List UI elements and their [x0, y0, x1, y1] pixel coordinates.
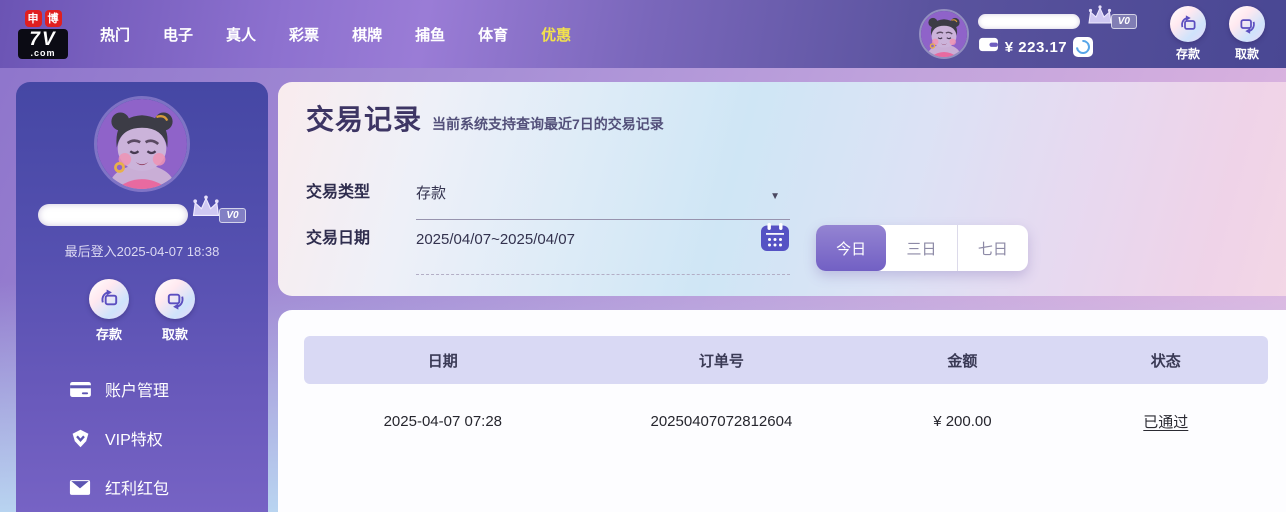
- sidebar-item-label: 账户管理: [105, 377, 169, 401]
- avatar-illustration: [921, 11, 967, 57]
- withdraw-icon: [155, 279, 195, 319]
- cell-order: 20250407072812604: [582, 384, 862, 458]
- deposit-icon: [89, 279, 129, 319]
- sidebar-menu: 账户管理 VIP特权 红利红包: [16, 378, 268, 498]
- header-status: 状态: [1064, 336, 1268, 384]
- cell-date: 2025-04-07 07:28: [304, 384, 582, 458]
- deposit-label: 存款: [96, 324, 122, 343]
- range-7days-button[interactable]: 七日: [957, 225, 1028, 271]
- sidebar: V0 最后登入2025-04-07 18:38 存款: [16, 82, 268, 512]
- balance-amount: ¥ 223.17: [1005, 39, 1067, 56]
- nav-item-lottery[interactable]: 彩票: [289, 24, 319, 45]
- deposit-button[interactable]: 存款: [1165, 6, 1211, 62]
- logo-name: 7V: [18, 30, 68, 49]
- table-header-row: 日期 订单号 金额 状态: [304, 336, 1268, 384]
- sidebar-avatar: [94, 96, 190, 192]
- site-logo[interactable]: 申 博 7V .com: [12, 10, 74, 59]
- transaction-type-label: 交易类型: [306, 182, 416, 204]
- nav-item-fishing[interactable]: 捕鱼: [415, 24, 445, 45]
- header-date: 日期: [304, 336, 582, 384]
- deposit-label: 存款: [1176, 45, 1200, 62]
- user-info: V0 ¥ 223.17: [978, 10, 1137, 58]
- sidebar-item-bonus[interactable]: 红利红包: [68, 476, 268, 498]
- range-today-button[interactable]: 今日: [816, 225, 886, 271]
- deposit-icon: [1170, 6, 1206, 42]
- transaction-table: 日期 订单号 金额 状态 2025-04-07 07:28 2025040707…: [304, 336, 1268, 458]
- nav-item-chess[interactable]: 棋牌: [352, 24, 382, 45]
- date-range-value: 2025/04/07~2025/04/07: [416, 231, 575, 248]
- navbar-quick-actions: 存款 取款: [1165, 6, 1270, 62]
- user-block: V0 ¥ 223.17: [919, 9, 1137, 59]
- date-range-preset-group: 今日 三日 七日: [816, 225, 1028, 271]
- nav-item-hot[interactable]: 热门: [100, 24, 130, 45]
- red-envelope-icon: [68, 479, 92, 496]
- nav-item-sports[interactable]: 体育: [478, 24, 508, 45]
- wallet-icon: [978, 36, 999, 58]
- header-amount: 金额: [861, 336, 1063, 384]
- calendar-icon[interactable]: [760, 222, 790, 252]
- sidebar-item-label: VIP特权: [105, 426, 163, 450]
- withdraw-button[interactable]: 取款: [1224, 6, 1270, 62]
- avatar-illustration: [97, 99, 187, 189]
- logo-box: 7V .com: [18, 29, 68, 59]
- nav-item-slots[interactable]: 电子: [163, 24, 193, 45]
- nav-item-live[interactable]: 真人: [226, 24, 256, 45]
- date-range-input[interactable]: 2025/04/07~2025/04/07: [416, 228, 790, 275]
- withdraw-label: 取款: [162, 324, 188, 343]
- bank-card-icon: [68, 381, 92, 398]
- withdraw-button[interactable]: 取款: [155, 279, 195, 343]
- logo-suffix: .com: [18, 49, 68, 57]
- status-link[interactable]: 已通过: [1143, 414, 1188, 431]
- transaction-filter-card: 交易记录 当前系统支持查询最近7日的交易记录 交易类型 存款 ▼ 交易日期 20…: [278, 82, 1286, 296]
- last-login-text: 最后登入2025-04-07 18:38: [65, 241, 220, 260]
- avatar[interactable]: [919, 9, 969, 59]
- sidebar-username-row: V0: [38, 204, 245, 226]
- logo-badge-right: 博: [45, 10, 62, 27]
- transaction-type-value: 存款: [416, 185, 446, 202]
- page-body: V0 最后登入2025-04-07 18:38 存款: [0, 68, 1286, 512]
- transaction-date-label: 交易日期: [306, 228, 416, 250]
- main-content: 交易记录 当前系统支持查询最近7日的交易记录 交易类型 存款 ▼ 交易日期 20…: [278, 82, 1286, 512]
- main-nav: 热门 电子 真人 彩票 棋牌 捕鱼 体育 优惠: [100, 24, 571, 45]
- withdraw-label: 取款: [1235, 45, 1259, 62]
- navbar-right: V0 ¥ 223.17: [919, 6, 1286, 62]
- header-order: 订单号: [582, 336, 862, 384]
- deposit-button[interactable]: 存款: [89, 279, 129, 343]
- logo-badges: 申 博: [12, 10, 74, 27]
- page-subtitle: 当前系统支持查询最近7日的交易记录: [432, 114, 664, 134]
- crown-icon: [190, 195, 222, 225]
- page-title: 交易记录: [306, 98, 422, 138]
- top-navbar: 申 博 7V .com 热门 电子 真人 彩票 棋牌 捕鱼 体育 优惠: [0, 0, 1286, 68]
- withdraw-icon: [1229, 6, 1265, 42]
- table-row: 2025-04-07 07:28 20250407072812604 ¥ 200…: [304, 384, 1268, 458]
- refresh-balance-icon[interactable]: [1073, 37, 1093, 57]
- username-redacted: [38, 204, 188, 226]
- range-3days-button[interactable]: 三日: [886, 225, 956, 271]
- vip-level-badge: V0: [1111, 14, 1137, 29]
- transaction-table-card: 日期 订单号 金额 状态 2025-04-07 07:28 2025040707…: [278, 310, 1286, 512]
- sidebar-item-vip[interactable]: VIP特权: [68, 427, 268, 449]
- vip-badge-icon: [68, 428, 92, 449]
- sidebar-item-label: 红利红包: [105, 475, 169, 499]
- nav-item-promo[interactable]: 优惠: [541, 24, 571, 45]
- logo-badge-left: 申: [25, 10, 42, 27]
- crown-icon: [1086, 5, 1114, 32]
- cell-amount: ¥ 200.00: [861, 384, 1063, 458]
- transaction-type-select[interactable]: 存款 ▼: [416, 182, 790, 220]
- vip-level-badge: V0: [219, 208, 245, 223]
- chevron-down-icon[interactable]: ▼: [770, 187, 780, 207]
- username-redacted: [978, 14, 1080, 29]
- sidebar-quick-actions: 存款 取款: [89, 279, 195, 343]
- sidebar-item-account[interactable]: 账户管理: [68, 378, 268, 400]
